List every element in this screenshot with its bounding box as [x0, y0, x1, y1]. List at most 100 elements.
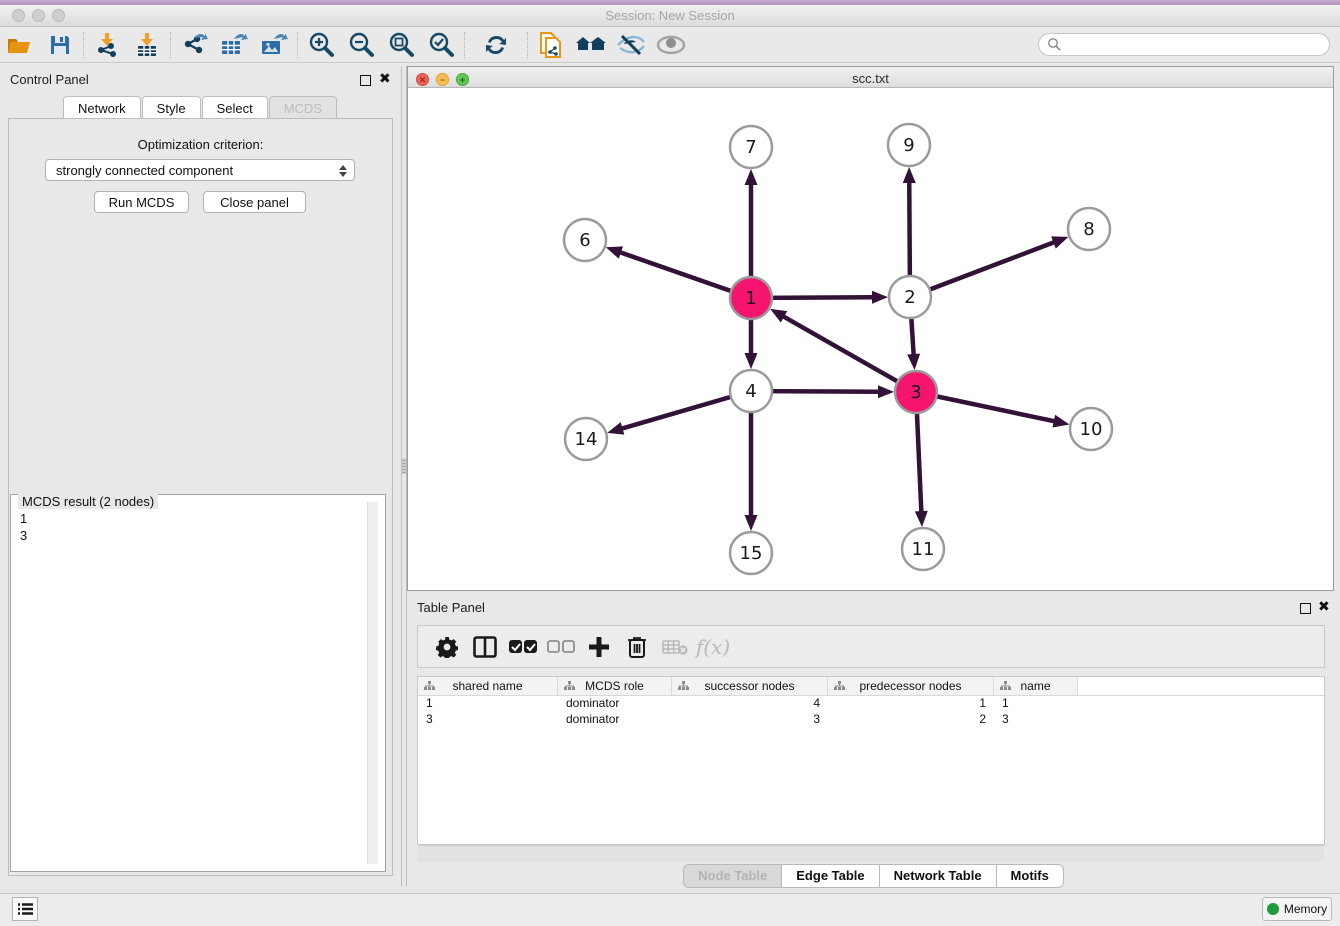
- table-cell[interactable]: 3: [672, 712, 828, 728]
- close-panel-button[interactable]: Close panel: [203, 191, 306, 213]
- zoom-fit-icon[interactable]: [381, 30, 421, 60]
- list-icon: [17, 902, 33, 916]
- zoom-selected-icon[interactable]: [421, 30, 461, 60]
- column-view-icon[interactable]: [466, 630, 504, 664]
- arrowhead-icon: [606, 246, 623, 258]
- arrowhead-icon: [907, 354, 920, 370]
- close-table-panel-icon[interactable]: ✖: [1318, 601, 1330, 612]
- column-header-name[interactable]: name: [994, 677, 1078, 695]
- tab-select[interactable]: Select: [202, 96, 268, 120]
- table-rows: 1dominator4113dominator323: [418, 696, 1324, 728]
- save-icon[interactable]: [40, 30, 80, 60]
- optimization-criterion-select[interactable]: strongly connected component: [45, 159, 355, 181]
- export-image-icon[interactable]: [254, 30, 294, 60]
- export-network-icon[interactable]: [174, 30, 214, 60]
- hierarchy-icon: [834, 681, 845, 691]
- tab-network-table[interactable]: Network Table: [880, 864, 997, 888]
- search-input[interactable]: [1038, 33, 1330, 56]
- toolbar-separator: [170, 32, 171, 58]
- table-horizontal-scrollbar[interactable]: [418, 845, 1324, 862]
- arrowhead-icon: [872, 291, 888, 304]
- column-header-predecessor-nodes[interactable]: predecessor nodes: [828, 677, 994, 695]
- zoom-in-icon[interactable]: [301, 30, 341, 60]
- zoom-out-icon[interactable]: [341, 30, 381, 60]
- select-stepper-icon: [337, 163, 348, 179]
- table-row[interactable]: 1dominator411: [418, 696, 1324, 712]
- tab-network[interactable]: Network: [63, 96, 141, 120]
- control-panel-title: Control Panel: [10, 72, 89, 87]
- table-row[interactable]: 3dominator323: [418, 712, 1324, 728]
- toolbar-separator: [527, 32, 528, 58]
- tab-style[interactable]: Style: [142, 96, 201, 120]
- arrowhead-icon: [1051, 236, 1068, 248]
- splitter-handle[interactable]: [402, 458, 406, 474]
- optimization-criterion-label: Optimization criterion:: [0, 137, 401, 152]
- arrowhead-icon: [1052, 415, 1069, 428]
- node-label-7: 7: [745, 137, 756, 158]
- select-all-icon[interactable]: [504, 630, 542, 664]
- table-cell[interactable]: 2: [828, 712, 994, 728]
- tab-mcds[interactable]: MCDS: [269, 96, 337, 120]
- mcds-result-title: MCDS result (2 nodes): [18, 494, 158, 509]
- gear-icon[interactable]: [428, 630, 466, 664]
- float-panel-icon[interactable]: [360, 73, 371, 91]
- open-folder-icon[interactable]: [0, 30, 40, 60]
- table-cell[interactable]: 1: [994, 696, 1078, 712]
- table-cell[interactable]: 4: [672, 696, 828, 712]
- float-table-panel-icon[interactable]: [1300, 601, 1311, 619]
- deselect-all-icon[interactable]: [542, 630, 580, 664]
- node-label-1: 1: [745, 288, 756, 309]
- column-header-successor-nodes[interactable]: successor nodes: [672, 677, 828, 695]
- run-mcds-button[interactable]: Run MCDS: [94, 191, 189, 213]
- refresh-icon[interactable]: [476, 30, 516, 60]
- table-header-row: shared nameMCDS rolesuccessor nodesprede…: [418, 677, 1324, 696]
- table-tabs: Node TableEdge TableNetwork TableMotifs: [407, 864, 1340, 888]
- close-panel-icon[interactable]: ✖: [379, 73, 391, 84]
- network-view-title: scc.txt: [408, 71, 1333, 86]
- node-table[interactable]: shared nameMCDS rolesuccessor nodesprede…: [417, 676, 1325, 845]
- hierarchy-icon: [678, 681, 689, 691]
- hierarchy-icon: [1000, 681, 1011, 691]
- node-label-9: 9: [903, 135, 914, 156]
- arrowhead-icon: [915, 511, 928, 527]
- arrowhead-icon: [607, 422, 624, 434]
- node-label-10: 10: [1080, 419, 1103, 440]
- network-view-window: ✕−+ scc.txt 7968124314101511: [407, 66, 1334, 591]
- network-file-icon[interactable]: [531, 30, 571, 60]
- memory-label: Memory: [1284, 902, 1327, 916]
- import-network-icon[interactable]: [87, 30, 127, 60]
- app-title: Session: New Session: [0, 8, 1340, 23]
- column-header-shared-name[interactable]: shared name: [418, 677, 558, 695]
- table-cell[interactable]: dominator: [558, 696, 672, 712]
- arrowhead-icon: [903, 167, 916, 183]
- tab-motifs[interactable]: Motifs: [997, 864, 1064, 888]
- toolbar-separator: [464, 32, 465, 58]
- table-cell[interactable]: 1: [418, 696, 558, 712]
- hide-graphics-icon[interactable]: [611, 30, 651, 60]
- import-table-icon[interactable]: [127, 30, 167, 60]
- export-table-icon[interactable]: [214, 30, 254, 60]
- node-label-6: 6: [579, 230, 590, 251]
- edge-3-1[interactable]: [783, 316, 916, 392]
- table-cell[interactable]: 1: [828, 696, 994, 712]
- arrowhead-icon: [745, 353, 758, 369]
- delete-table-icon: [656, 630, 694, 664]
- add-column-icon[interactable]: [580, 630, 618, 664]
- mcds-result-scrollbar[interactable]: [367, 502, 378, 864]
- show-graphics-icon[interactable]: [651, 30, 691, 60]
- mcds-result-text[interactable]: 1 3: [20, 510, 27, 544]
- task-history-button[interactable]: [12, 897, 38, 921]
- node-label-3: 3: [910, 382, 921, 403]
- column-header-MCDS-role[interactable]: MCDS role: [558, 677, 672, 695]
- table-cell[interactable]: dominator: [558, 712, 672, 728]
- tab-node-table[interactable]: Node Table: [683, 864, 782, 888]
- table-cell[interactable]: 3: [994, 712, 1078, 728]
- memory-button[interactable]: Memory: [1262, 897, 1332, 921]
- tab-edge-table[interactable]: Edge Table: [782, 864, 879, 888]
- network-canvas[interactable]: 7968124314101511: [408, 88, 1333, 590]
- delete-column-icon[interactable]: [618, 630, 656, 664]
- home-network-icon[interactable]: [571, 30, 611, 60]
- table-cell[interactable]: 3: [418, 712, 558, 728]
- mcds-result-box: [10, 494, 386, 872]
- edge-2-8[interactable]: [910, 242, 1054, 297]
